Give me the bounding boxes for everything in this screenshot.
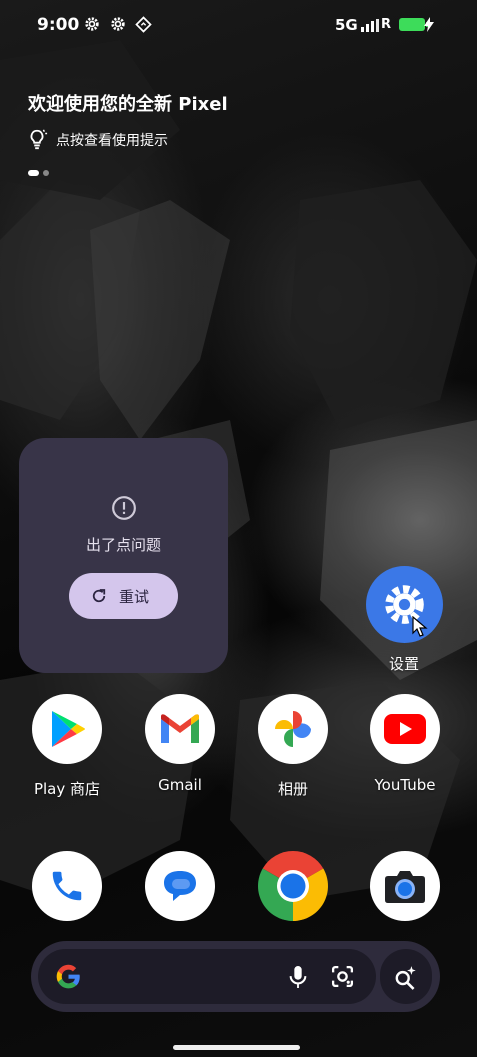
status-time: 9:00 bbox=[37, 15, 80, 35]
chrome-icon bbox=[258, 851, 328, 921]
lightbulb-icon bbox=[30, 129, 48, 150]
page-indicator-dot bbox=[43, 170, 49, 176]
app-label: Play 商店 bbox=[33, 780, 101, 798]
mouse-cursor-icon bbox=[412, 616, 428, 637]
ai-search-button[interactable] bbox=[380, 949, 432, 1004]
search-input[interactable] bbox=[38, 949, 376, 1004]
location-diamond-icon bbox=[135, 16, 152, 33]
refresh-icon bbox=[92, 589, 106, 603]
retry-button[interactable]: 重试 bbox=[69, 573, 178, 619]
error-widget: 出了点问题 重试 bbox=[19, 438, 228, 673]
retry-label: 重试 bbox=[119, 588, 150, 606]
app-label: 设置 bbox=[388, 655, 419, 673]
messages-icon bbox=[145, 851, 215, 921]
status-bar: 9:00 5G R bbox=[0, 0, 477, 52]
youtube-icon bbox=[370, 694, 440, 764]
tips-link[interactable]: 点按查看使用提示 bbox=[56, 130, 168, 150]
error-message: 出了点问题 bbox=[85, 536, 161, 554]
google-g-icon bbox=[56, 964, 80, 989]
ai-sparkle-search-icon bbox=[395, 966, 416, 990]
play-store-icon bbox=[32, 694, 102, 764]
settings-icon bbox=[366, 566, 443, 643]
lens-icon[interactable] bbox=[330, 964, 355, 989]
navigation-handle[interactable] bbox=[173, 1045, 300, 1050]
phone-icon bbox=[32, 851, 102, 921]
error-icon bbox=[112, 496, 136, 520]
network-type: 5G bbox=[335, 16, 358, 34]
app-label: 相册 bbox=[277, 780, 308, 798]
microphone-icon[interactable] bbox=[287, 964, 309, 990]
settings-gear-icon bbox=[85, 17, 99, 31]
settings-gear-icon bbox=[111, 17, 125, 31]
search-bar[interactable] bbox=[31, 941, 440, 1012]
welcome-title[interactable]: 欢迎使用您的全新 Pixel bbox=[28, 90, 228, 116]
camera-icon bbox=[370, 851, 440, 921]
photos-icon bbox=[258, 694, 328, 764]
app-label: Gmail bbox=[158, 776, 202, 794]
battery-icon bbox=[399, 18, 429, 31]
page-indicator-active-dot bbox=[28, 170, 39, 176]
gmail-icon bbox=[145, 694, 215, 764]
roaming-indicator: R bbox=[381, 17, 392, 32]
app-label: YouTube bbox=[374, 776, 436, 794]
signal-strength-icon bbox=[361, 19, 379, 32]
charging-bolt-icon bbox=[424, 17, 434, 32]
